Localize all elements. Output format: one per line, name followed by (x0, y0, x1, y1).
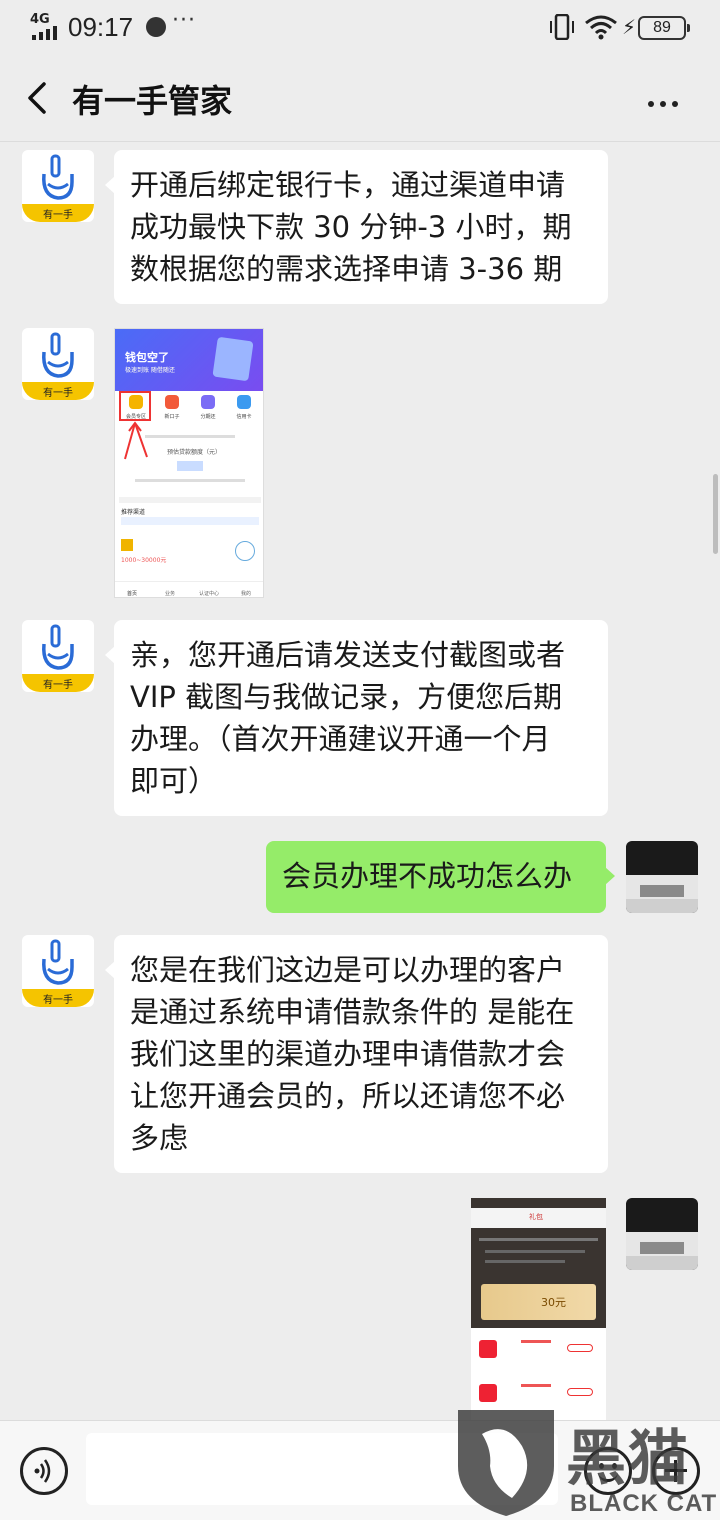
user-avatar[interactable] (626, 1198, 698, 1270)
thumb-banner: 钱包空了 极速到账 随借随还 (115, 329, 263, 391)
status-bar: 4G 09:17 ··· ⚡ 89 (0, 0, 720, 56)
avatar-label: 有一手 (43, 388, 73, 399)
thumb-range: 1000~30000元 (121, 557, 167, 564)
bot-avatar[interactable]: 有一手 (22, 935, 94, 1007)
hand-logo-icon (42, 332, 74, 378)
avatar-label: 有一手 (43, 680, 73, 691)
thumb-banner-title: 钱包空了 (125, 351, 169, 364)
wifi-icon (585, 15, 617, 40)
thumb-tab: 业务 (165, 591, 176, 597)
scrollbar[interactable] (713, 474, 718, 554)
avatar-label: 有一手 (43, 210, 73, 221)
voice-icon (34, 1459, 51, 1483)
more-notifications-icon: ··· (172, 8, 196, 33)
bot-avatar[interactable]: 有一手 (22, 328, 94, 400)
chat-title: 有一手管家 (72, 82, 233, 120)
thumb-banner-subtitle: 极速到账 随借随还 (125, 367, 175, 374)
thumb-tab: 我的 (241, 591, 252, 597)
cat-shield-icon (458, 1410, 554, 1516)
bot-avatar[interactable]: 有一手 (22, 620, 94, 692)
thumb-illustration (212, 336, 254, 382)
credit-card-icon (237, 395, 251, 409)
signal-icon (32, 26, 57, 40)
installment-icon (201, 395, 215, 409)
bot-avatar[interactable]: 有一手 (22, 150, 94, 222)
thumb-section-title: 推荐渠道 (121, 509, 146, 516)
message-bubble[interactable]: 您是在我们这边是可以办理的客户 是通过系统申请借款条件的 是能在 我们这里的渠道… (105, 935, 608, 1173)
highlight-box (119, 391, 151, 421)
thumb-price: 30元 (541, 1296, 566, 1309)
user-avatar[interactable] (626, 841, 698, 913)
thumb-amount-label: 预估贷款额度（元） (167, 449, 222, 456)
watermark-en: BLACK CAT (570, 1490, 718, 1517)
hand-logo-icon (42, 154, 74, 200)
image-message-sent[interactable]: 礼包 30元 (471, 1198, 606, 1420)
watermark: 黑猫 BLACK CAT (446, 1402, 720, 1520)
voice-input-button[interactable] (20, 1447, 68, 1495)
watermark-cn: 黑猫 (566, 1424, 690, 1494)
thumb-icon-label: 信用卡 (236, 414, 252, 420)
message-bubble[interactable]: 开通后绑定银行卡，通过渠道申请 成功最快下款 30 分钟-3 小时，期 数根据您… (105, 150, 608, 304)
notification-icon (146, 17, 166, 37)
hand-logo-icon (42, 624, 74, 670)
red-arrow-icon (124, 421, 148, 460)
clock: 09:17 (68, 12, 134, 42)
thumb-price-card: 30元 (481, 1284, 596, 1320)
vibrate-icon (550, 14, 574, 40)
thumb-tabbar: 首页 业务 认证中心 我的 (115, 581, 263, 597)
thumb-tab: 首页 (127, 591, 138, 597)
more-options-icon[interactable] (648, 92, 688, 107)
message-bubble-sent[interactable]: 会员办理不成功怎么办 (266, 841, 615, 913)
thumb-tab: 认证中心 (199, 591, 220, 597)
battery-icon: 89 (638, 16, 690, 40)
thumb-icon-label: 分期还 (200, 414, 216, 420)
network-type: 4G (30, 12, 50, 27)
chat-header: 有一手管家 (0, 56, 720, 142)
thumb-header-title: 礼包 (529, 1213, 543, 1221)
thumb-icon-label: 新口子 (164, 414, 180, 420)
hand-logo-icon (42, 939, 74, 985)
new-icon (165, 395, 179, 409)
message-bubble[interactable]: 亲，您开通后请发送支付截图或者 VIP 截图与我做记录，方便您后期 办理。（首次… (105, 620, 608, 816)
back-arrow-icon[interactable] (20, 78, 60, 118)
thumb-recommend-card: 推荐渠道 1000~30000元 (119, 497, 261, 577)
avatar-label: 有一手 (43, 995, 73, 1006)
image-message[interactable]: 钱包空了 极速到账 随借随还 会员专区 新口子 分期还 信用卡 预估贷款额度（元… (114, 328, 264, 598)
charging-icon: ⚡ (622, 15, 637, 39)
